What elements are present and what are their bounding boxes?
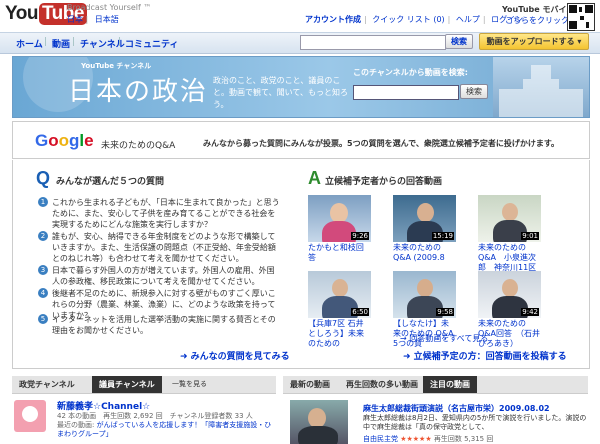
- logo-you: You: [5, 3, 38, 24]
- video-duration: 9:26: [351, 232, 369, 240]
- top-bar: You Tube Broadcast Yourself ™ 日本 | 日本語 アカ…: [0, 0, 600, 31]
- featured-video-thumbnail[interactable]: [290, 400, 348, 444]
- video-duration: 6:50: [351, 308, 369, 316]
- video-thumbnail[interactable]: 9:58: [393, 271, 456, 318]
- region-link[interactable]: 日本: [67, 15, 83, 24]
- video-tabs: 最新の動画 再生回数の多い動画 注目の動画: [283, 376, 588, 394]
- answer-video[interactable]: 9:01 未来のためのQ&A 小泉進次郎 神奈川11区: [478, 195, 541, 273]
- nav-divider: |: [72, 37, 76, 47]
- nav-videos[interactable]: 動画: [52, 37, 70, 50]
- question-text: これから生まれる子どもが、「日本に生まれて良かった」と思うために、また、安心して…: [52, 198, 280, 229]
- create-account-link[interactable]: アカウント作成: [305, 15, 361, 24]
- question-number: 2: [38, 231, 48, 241]
- language-link[interactable]: 日本語: [95, 15, 119, 24]
- video-duration: 15:19: [431, 232, 454, 240]
- nav-divider: |: [44, 37, 48, 47]
- see-all-questions-link[interactable]: ➜ みんなの質問を見てみる: [180, 349, 290, 362]
- nav-divider: |: [118, 37, 122, 47]
- answer-video[interactable]: 15:19 未来のための Q&A (2009.8: [393, 195, 456, 263]
- google-logo-letter: o: [48, 131, 59, 150]
- tab-featured[interactable]: 注目の動画: [423, 376, 477, 393]
- channel-banner: YouTube チャンネル 日本の政治 政治のこと、政党のこと、議員のこと。動画…: [12, 56, 590, 118]
- banner-title: 日本の政治: [68, 77, 209, 107]
- qa-intro: みんなから募った質問にみんなが投票。5つの質問を選んで、衆院選立候補予定者に投げ…: [203, 139, 560, 148]
- diet-building-image: [493, 57, 589, 117]
- video-title[interactable]: たかもと和枝回答: [308, 243, 371, 263]
- answer-video[interactable]: 9:26 たかもと和枝回答: [308, 195, 371, 263]
- question-number: 4: [38, 288, 48, 298]
- google-logo-letter: e: [84, 131, 94, 150]
- video-thumbnail[interactable]: 15:19: [393, 195, 456, 242]
- user-nav: アカウント作成 | クイック リスト (0) | ヘルプ | ログイン: [305, 15, 524, 24]
- nav-community[interactable]: コミュニティ: [125, 37, 178, 50]
- featured-video-title[interactable]: 麻生太郎総裁街頭演説（名古屋市栄）2009.08.02: [363, 403, 550, 414]
- google-logo-letter: o: [58, 131, 70, 150]
- video-duration: 9:01: [521, 232, 539, 240]
- view-count: 再生回数 5,315 回: [433, 435, 494, 443]
- channel-stats: 42 本の動画 再生回数 2,692 回 チャンネル登録者数 33 人: [57, 412, 253, 420]
- uploader-link[interactable]: 自由民主党: [363, 435, 398, 443]
- video-thumbnail[interactable]: 9:26: [308, 195, 371, 242]
- channel-avatar[interactable]: [14, 400, 46, 432]
- tab-latest-videos[interactable]: 最新の動画: [283, 376, 337, 393]
- question-text: インターネットを活用した選挙活動の実施に関する賛否とその理由をお聞かせください。: [52, 315, 276, 335]
- quicklist-link[interactable]: クイック リスト (0): [372, 15, 444, 24]
- video-thumbnail[interactable]: 6:50: [308, 271, 371, 318]
- featured-video-description: 麻生太郎総裁は8月2日、愛知県内の5か所で演説を行いました。演説の中で麻生総裁は…: [363, 414, 587, 431]
- video-duration: 9:58: [436, 308, 454, 316]
- video-duration: 9:42: [521, 308, 539, 316]
- post-answer-link[interactable]: ➜ 立候補予定の方：回答動画を投稿する: [403, 349, 567, 362]
- rating-stars: ★★★★★: [400, 435, 432, 443]
- channel-search-input[interactable]: [353, 85, 459, 100]
- question-number: 1: [38, 197, 48, 207]
- video-thumbnail[interactable]: 9:01: [478, 195, 541, 242]
- banner-description: 政治のこと、政党のこと、議員のこと。動画で観て、聞いて、もっと知ろう。: [213, 76, 348, 109]
- questions-title: みんなが選んだ５つの質問: [56, 177, 165, 187]
- video-thumbnail[interactable]: 9:42: [478, 271, 541, 318]
- upload-button[interactable]: 動画をアップロードする ▾: [479, 33, 589, 50]
- all-answers-link[interactable]: → 回答動画をすべて見る: [400, 333, 488, 344]
- qa-header: Google 未来のためのQ&A みんなから募った質問にみんなが投票。5つの質問…: [12, 121, 590, 159]
- language-links: 日本 | 日本語: [67, 15, 119, 24]
- view-list-link[interactable]: 一覧を見る: [165, 376, 214, 393]
- channel-tabs: 政党チャンネル 議員チャンネル 一覧を見る: [12, 376, 276, 394]
- video-title[interactable]: 【兵庫7区 石井としろう】未来のための: [308, 319, 371, 349]
- channel-recent: 最近の動画: がんばっている人を応援します！「障害者支援施設・ひまわりグループ」: [57, 421, 277, 439]
- recent-label: 最近の動画:: [57, 421, 95, 429]
- qr-code-icon: [567, 3, 595, 31]
- help-link[interactable]: ヘルプ: [456, 15, 480, 24]
- answer-video[interactable]: 6:50 【兵庫7区 石井としろう】未来のための: [308, 271, 371, 349]
- google-logo: Google: [35, 131, 94, 151]
- google-logo-letter: g: [69, 131, 80, 150]
- a-icon: A: [308, 168, 321, 188]
- question-number: 3: [38, 265, 48, 275]
- tab-most-viewed[interactable]: 再生回数の多い動画: [339, 376, 425, 393]
- mobile-title: YouTube モバイル: [502, 5, 575, 14]
- tab-party-channel[interactable]: 政党チャンネル: [12, 376, 82, 393]
- search-button[interactable]: 検索: [445, 34, 473, 49]
- tab-member-channel[interactable]: 議員チャンネル: [92, 376, 162, 393]
- nav-home[interactable]: ホーム: [16, 37, 43, 50]
- question-text: 日本で暮らす外国人の方が増えています。外国人の雇用、外国人の参政権、移民政策につ…: [52, 266, 275, 286]
- banner-search-label: このチャンネルから動画を検索:: [353, 68, 468, 77]
- question-text: 誰もが、安心、納得できる年金制度をどのような形で構築していきますか。また、生活保…: [52, 232, 276, 263]
- qa-subtitle: 未来のためのQ&A: [101, 141, 176, 151]
- video-title[interactable]: 未来のための Q&A (2009.8: [393, 243, 456, 263]
- tagline: Broadcast Yourself ™: [67, 3, 152, 12]
- search-input[interactable]: [300, 35, 446, 50]
- mobile-link[interactable]: こちらをクリック: [505, 15, 569, 26]
- question-number: 5: [38, 314, 48, 324]
- answers-title: 立候補予定者からの回答動画: [325, 177, 443, 187]
- video-title[interactable]: 未来のためのQ&A 小泉進次郎 神奈川11区: [478, 243, 541, 273]
- banner-yt-label: YouTube チャンネル: [81, 62, 152, 70]
- featured-video-meta: 自由民主党 ★★★★★ 再生回数 5,315 回: [363, 434, 493, 444]
- channel-search-button[interactable]: 検索: [460, 84, 488, 99]
- google-logo-letter: G: [35, 131, 49, 150]
- q-icon: Q: [36, 168, 51, 188]
